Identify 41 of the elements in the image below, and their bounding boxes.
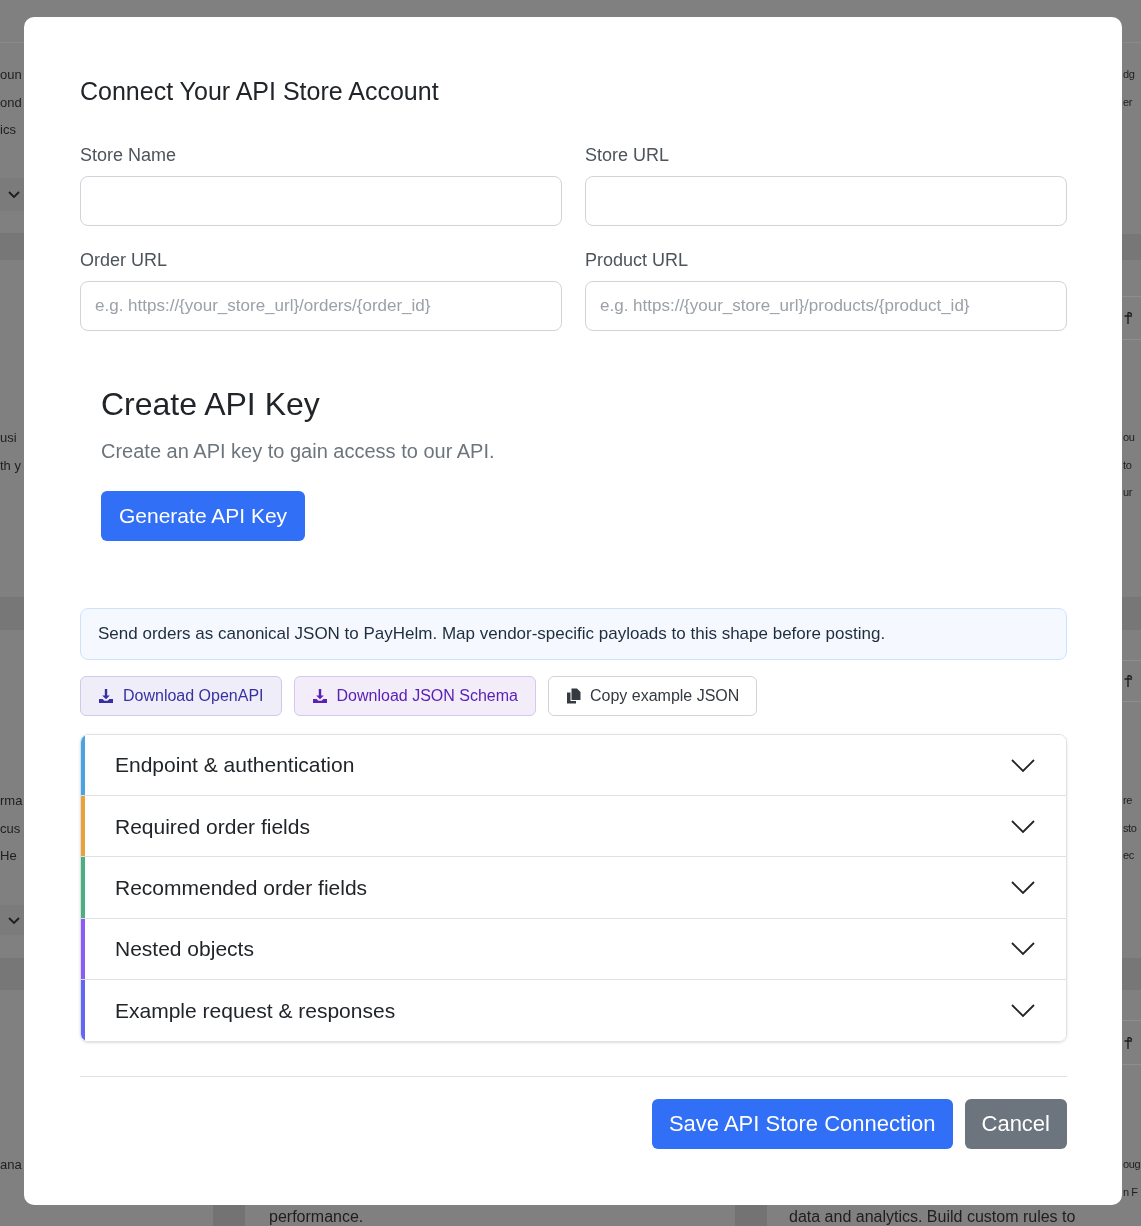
download-button[interactable]: Download OpenAPI (80, 676, 282, 716)
info-message: Send orders as canonical JSON to PayHelm. Map vendor-specific payloads to this shape before posting. (80, 608, 1067, 660)
accordion-header[interactable]: Recommended order fields (81, 857, 1066, 919)
generate-key-button[interactable]: Generate API Key (101, 491, 306, 541)
copy-button[interactable]: Copy example JSON (547, 676, 758, 716)
card-text: performance. (269, 1208, 364, 1226)
card-text: data and analytics. Build custom rules to (789, 1208, 1076, 1226)
card-text: rma cus He (0, 792, 24, 865)
pin-icon (1124, 312, 1133, 324)
save-button[interactable]: Save API Store Connection (651, 1098, 953, 1149)
download-button[interactable]: Download JSON Schema (293, 676, 536, 716)
card-text: dg er (1122, 67, 1136, 110)
field-label: Order URL (80, 249, 169, 272)
field-label: Store Name (80, 144, 178, 167)
cancel-button[interactable]: Cancel (964, 1098, 1067, 1149)
panel-edge (213, 1205, 245, 1226)
input-field[interactable]: e.g. https://{your_store_url}/products/{product_id} (585, 281, 1067, 331)
field-label: Store URL (585, 144, 671, 167)
card-text: oug n F (1122, 1157, 1141, 1200)
accordion-header[interactable]: Example request & responses (81, 979, 1066, 1041)
accordion-header[interactable]: Endpoint & authentication (81, 735, 1066, 797)
card-text: ana (0, 1156, 23, 1174)
chevron-down-icon (8, 916, 20, 924)
input-field[interactable] (585, 176, 1067, 226)
section-title: Create API Key (101, 385, 320, 424)
input-field[interactable]: e.g. https://{your_store_url}/orders/{order_id} (80, 281, 562, 331)
card-text: usi th y (0, 429, 22, 475)
copy-icon (565, 688, 581, 704)
card-text: ou to ur (1122, 430, 1136, 500)
card-text: oun ond ics (0, 66, 23, 139)
panel-edge (735, 1205, 767, 1226)
input-field[interactable] (80, 176, 562, 226)
pin-icon (1124, 675, 1133, 687)
field-label: Product URL (585, 249, 690, 272)
dialog-title: Connect Your API Store Account (80, 76, 440, 106)
card-text: re sto ec (1122, 793, 1138, 863)
accordion-header[interactable]: Nested objects (81, 918, 1066, 980)
pin-icon (1124, 1036, 1133, 1049)
section-description: Create an API key to gain access to our API. (101, 439, 495, 464)
chevron-down-icon (8, 191, 20, 198)
accordion-header[interactable]: Required order fields (81, 796, 1066, 858)
